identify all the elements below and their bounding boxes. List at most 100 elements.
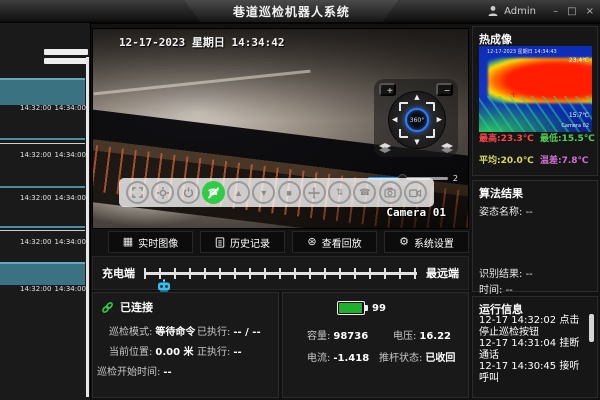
tick-label: 14:34:00 [55,151,86,159]
preset-layers-icon[interactable] [379,143,391,154]
fullscreen-button[interactable] [126,181,149,204]
ptz-360-button[interactable]: 360° [405,108,429,132]
thermal-spot-max: 23.4℃ [569,57,589,64]
ptz-control-pad: + − ▲ ▼ ◀ ▶ 360° [374,79,458,157]
farthest-end-label: 最远端 [426,265,459,281]
app-title-banner: 巷道巡检机器人系统 [184,0,398,22]
chart-5-axis: 14:32:00 14:34:00 [20,285,86,293]
sidebar-scrollbar[interactable] [86,57,89,397]
legend-bar [44,58,88,64]
ptz-left-button[interactable]: ◀ [392,117,397,124]
mini-chart-line-3 [0,186,85,188]
power-button[interactable] [177,181,200,204]
chart-2-baseline [0,143,85,144]
tab-label: 系统设置 [414,235,454,250]
chart-1-axis: 14:32:00 14:34:00 [20,104,86,112]
maximize-button[interactable]: □ [567,6,576,17]
layers-icon[interactable] [441,143,453,154]
zoom-in-button[interactable]: + [379,83,396,96]
tab-label: 历史记录 [230,235,270,250]
inspection-mode: 巡检模式:等待命令 [109,323,195,338]
thermal-camera-label: Camera 02 [561,123,589,129]
tick-label: 14:32:00 [20,104,51,112]
camera-label: Camera 01 [386,206,446,219]
fullscreen-icon [132,187,143,198]
avg-temp: 平均:20.0℃ [479,153,534,166]
thermal-title: 热成像 [479,31,512,47]
thermal-image: 12-17-2023 星期日 14:34:43 23.4℃ + 15.7℃ Ca… [479,46,592,132]
crosshair-icon [157,187,169,199]
push-rod-status: 推杆状态:已收回 [379,349,455,364]
inspection-start-time: 巡检开始时间:-- [97,363,172,378]
diff-temp: 温差:7.8℃ [540,153,588,166]
hangup-call-button[interactable]: ☎ [202,181,225,204]
up-triangle-icon: ▲ [234,188,243,198]
mini-chart-area-1 [0,78,85,105]
executed-count: 已执行:-- / -- [197,323,261,338]
log-entry: 12-17 14:32:02 点击停止巡检按钮 [479,315,587,338]
power-status-panel: 99 容量:98736 电压:16.22 电流:-1.418 推杆状态:已收回 [282,292,469,398]
zoom-out-button[interactable]: − [436,83,453,96]
step-move-button[interactable]: ⇅ [328,181,351,204]
tick-label: 14:32:00 [20,238,51,246]
chart-2-axis: 14:32:00 14:34:00 [20,151,86,159]
battery-level: 99 [372,303,386,314]
log-scrollbar[interactable] [589,314,594,342]
battery-icon [337,301,365,315]
robot-status-panel: 已连接 巡检模式:等待命令 已执行:-- / -- 当前位置:0.00 米 正执… [92,292,279,398]
rail-position-panel: 充电端 最远端 [92,256,469,290]
move-down-button[interactable]: ▼ [252,181,275,204]
power-icon [183,187,194,198]
stop-button[interactable]: ■ [278,181,301,204]
max-marker-line [580,66,592,68]
battery-voltage: 电压:16.22 [393,327,451,342]
rail-track [144,268,417,279]
minimize-button[interactable]: – [553,6,558,17]
tick-label: 14:34:00 [55,285,86,293]
move-up-button[interactable]: ▲ [227,181,250,204]
tab-label: 查看回放 [322,235,362,250]
ptz-right-button[interactable]: ▶ [437,117,442,124]
mini-chart-area-5 [0,262,85,285]
snapshot-button[interactable] [379,181,402,204]
tick-label: 14:34:00 [55,104,86,112]
center-pan-button[interactable] [151,181,174,204]
ptz-down-button[interactable]: ▼ [414,139,419,146]
bracket-icon [426,129,435,138]
chart-4-axis: 14:32:00 14:34:00 [20,238,86,246]
pose-name: 姿态名称: -- [479,203,533,218]
mini-chart-line-2 [0,138,85,140]
run-info-panel: 运行信息 12-17 14:32:02 点击停止巡检按钮 12-17 14:31… [472,296,598,398]
tab-playback[interactable]: ⊛ 查看回放 [292,231,377,253]
bracket-icon [426,102,435,111]
legend-bar [44,49,88,55]
charging-end-label: 充电端 [102,265,135,281]
video-timestamp-overlay: 12-17-2023 星期日 14:34:42 [119,34,284,50]
battery-indicator: 99 [337,301,386,315]
chart-4-baseline [0,230,85,231]
document-icon [215,237,225,248]
run-log-list[interactable]: 12-17 14:32:02 点击停止巡检按钮 12-17 14:31:04 挂… [479,315,587,384]
log-entry: 12-17 14:31:04 挂断通话 [479,338,587,361]
record-button[interactable] [404,181,427,204]
tab-settings[interactable]: ⚙ 系统设置 [384,231,469,253]
tab-live-image[interactable]: ▦ 实时图像 [108,231,193,253]
user-name: Admin [504,6,536,17]
call-button[interactable]: ☎ [353,181,376,204]
tick-label: 14:32:00 [20,194,51,202]
ptz-up-button[interactable]: ▲ [414,94,419,101]
close-button[interactable]: × [586,6,594,17]
recognition-result: 识别结果: -- [479,265,533,280]
phone-icon: ☎ [359,187,370,198]
max-temp: 最高:23.3℃ [479,131,534,144]
app-title: 巷道巡检机器人系统 [233,3,350,20]
move-mode-button[interactable] [303,181,326,204]
move-arrows-icon [308,187,320,199]
user-menu[interactable]: Admin [487,0,536,22]
film-reel-icon: ⊛ [307,237,316,248]
tick-label: 14:32:00 [20,285,51,293]
tab-history[interactable]: 历史记录 [200,231,285,253]
mini-chart-line-4 [0,226,85,228]
current-position: 当前位置:0.00 米 [109,343,194,358]
result-time: 时间: -- [479,281,513,296]
